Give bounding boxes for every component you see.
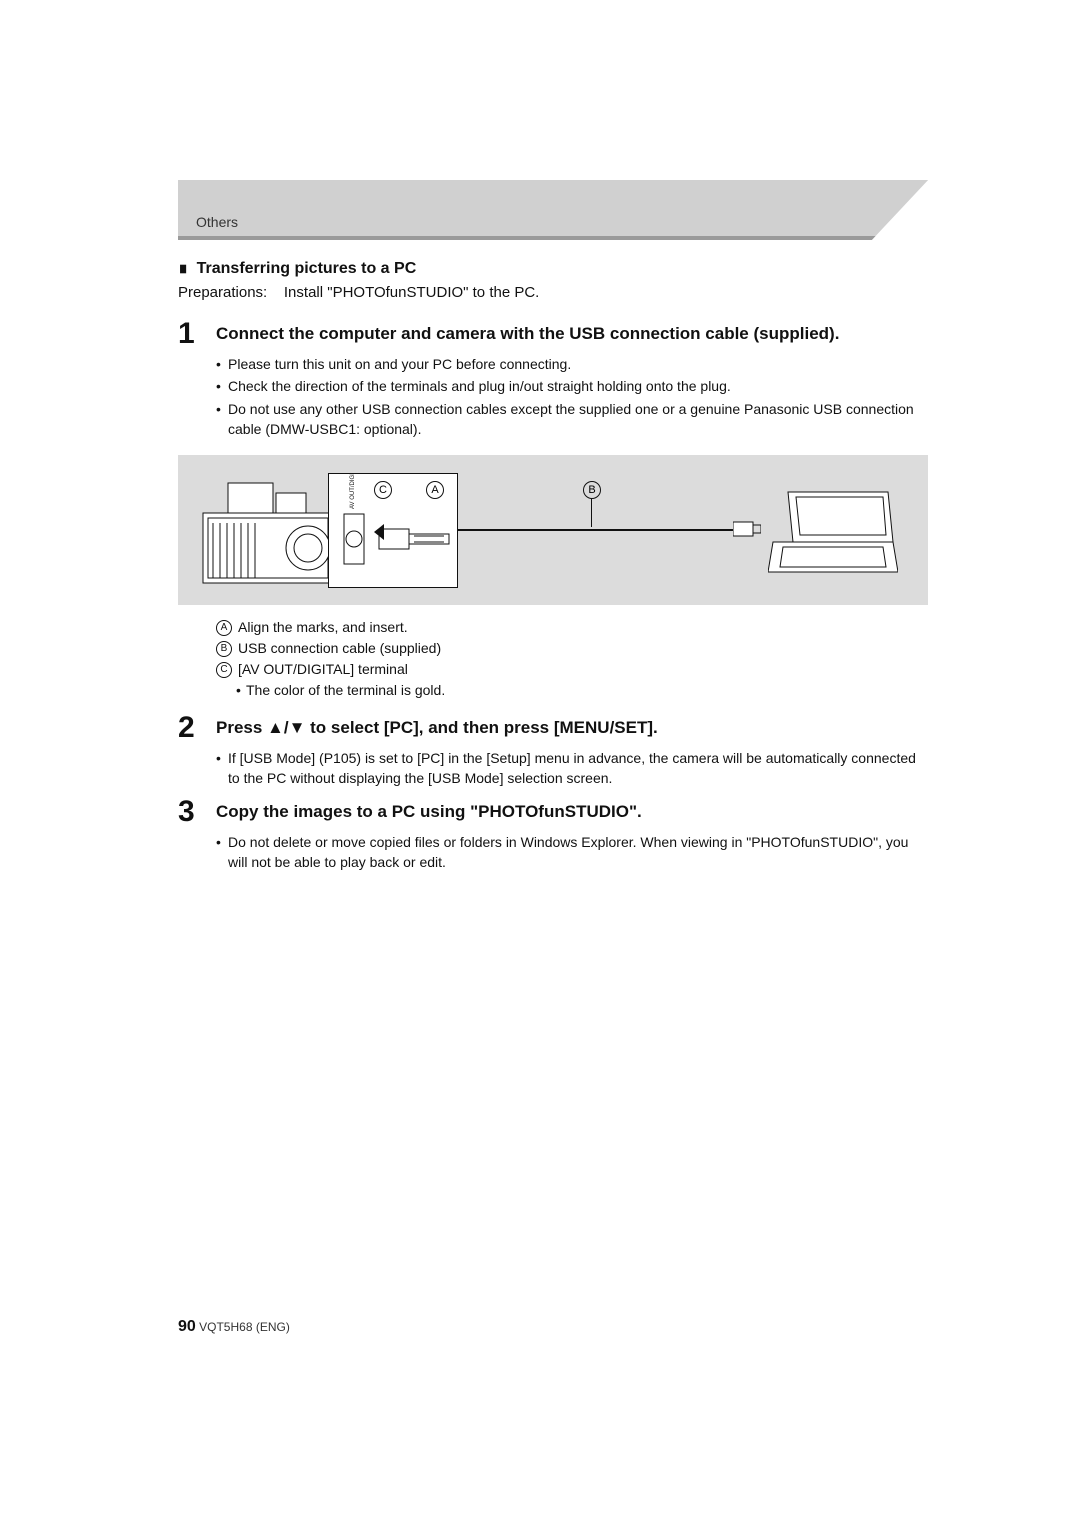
annotation-item: A Align the marks, and insert. xyxy=(216,617,928,638)
step-bullets: Please turn this unit on and your PC bef… xyxy=(216,354,928,439)
step-heading: Copy the images to a PC using "PHOTOfunS… xyxy=(216,801,928,824)
page-footer: 90 VQT5H68 (ENG) xyxy=(178,1318,290,1336)
annot-mark: C xyxy=(216,662,232,678)
svg-text:AV OUT/DIGITAL: AV OUT/DIGITAL xyxy=(350,474,356,509)
annotation-item: B USB connection cable (supplied) xyxy=(216,638,928,659)
prep-text: Install "PHOTOfunSTUDIO" to the PC. xyxy=(284,284,539,301)
step-number: 2 xyxy=(178,713,216,743)
annot-text: Align the marks, and insert. xyxy=(238,619,408,635)
annotation-list: A Align the marks, and insert. B USB conne… xyxy=(178,617,928,701)
section-title: ∎ Transferring pictures to a PC xyxy=(178,258,928,278)
usb-plug-icon xyxy=(733,520,761,538)
prep-label: Preparations: xyxy=(178,284,267,301)
step-body: Copy the images to a PC using "PHOTOfunS… xyxy=(216,797,928,875)
annotation-sub: The color of the terminal is gold. xyxy=(216,680,928,701)
bullet: Please turn this unit on and your PC bef… xyxy=(216,354,928,374)
label-b-line xyxy=(591,499,592,527)
square-bullet-icon: ∎ xyxy=(178,260,188,277)
page-content: Others ∎ Transferring pictures to a PC P… xyxy=(178,180,928,880)
step-heading: Connect the computer and camera with the… xyxy=(216,323,928,346)
bullet: If [USB Mode] (P105) is set to [PC] in t… xyxy=(216,748,928,789)
section-title-text: Transferring pictures to a PC xyxy=(197,260,417,277)
annot-mark: A xyxy=(216,620,232,636)
step-body: Press ▲/▼ to select [PC], and then press… xyxy=(216,713,928,791)
annot-text: [AV OUT/DIGITAL] terminal xyxy=(238,661,408,677)
step-body: Connect the computer and camera with the… xyxy=(216,319,928,441)
step-3: 3 Copy the images to a PC using "PHOTOfu… xyxy=(178,797,928,875)
connection-diagram: AV OUT/DIGITAL C A B xyxy=(178,455,928,605)
bullet: Do not delete or move copied files or fo… xyxy=(216,832,928,873)
step-1: 1 Connect the computer and camera with t… xyxy=(178,319,928,441)
header-accent xyxy=(178,236,928,240)
bullet: Check the direction of the terminals and… xyxy=(216,376,928,396)
step-number: 3 xyxy=(178,797,216,827)
step-bullets: Do not delete or move copied files or fo… xyxy=(216,832,928,873)
diagram-label-b: B xyxy=(583,481,601,499)
annot-mark: B xyxy=(216,641,232,657)
header-band: Others xyxy=(178,180,928,240)
bullet: Do not use any other USB connection cabl… xyxy=(216,399,928,440)
annotation-item: C [AV OUT/DIGITAL] terminal xyxy=(216,659,928,680)
step-heading: Press ▲/▼ to select [PC], and then press… xyxy=(216,717,928,740)
cable-line xyxy=(458,529,738,531)
laptop-icon xyxy=(768,487,898,577)
step-2: 2 Press ▲/▼ to select [PC], and then pre… xyxy=(178,713,928,791)
diagram-label-c: C xyxy=(374,481,392,499)
doc-code: VQT5H68 (ENG) xyxy=(199,1320,290,1334)
step-bullets: If [USB Mode] (P105) is set to [PC] in t… xyxy=(216,748,928,789)
step-number: 1 xyxy=(178,319,216,349)
preparations-line: Preparations: Install "PHOTOfunSTUDIO" t… xyxy=(178,284,928,301)
header-category: Others xyxy=(196,214,238,230)
diagram-label-a: A xyxy=(426,481,444,499)
annot-text: USB connection cable (supplied) xyxy=(238,640,441,656)
page-number: 90 xyxy=(178,1318,196,1335)
